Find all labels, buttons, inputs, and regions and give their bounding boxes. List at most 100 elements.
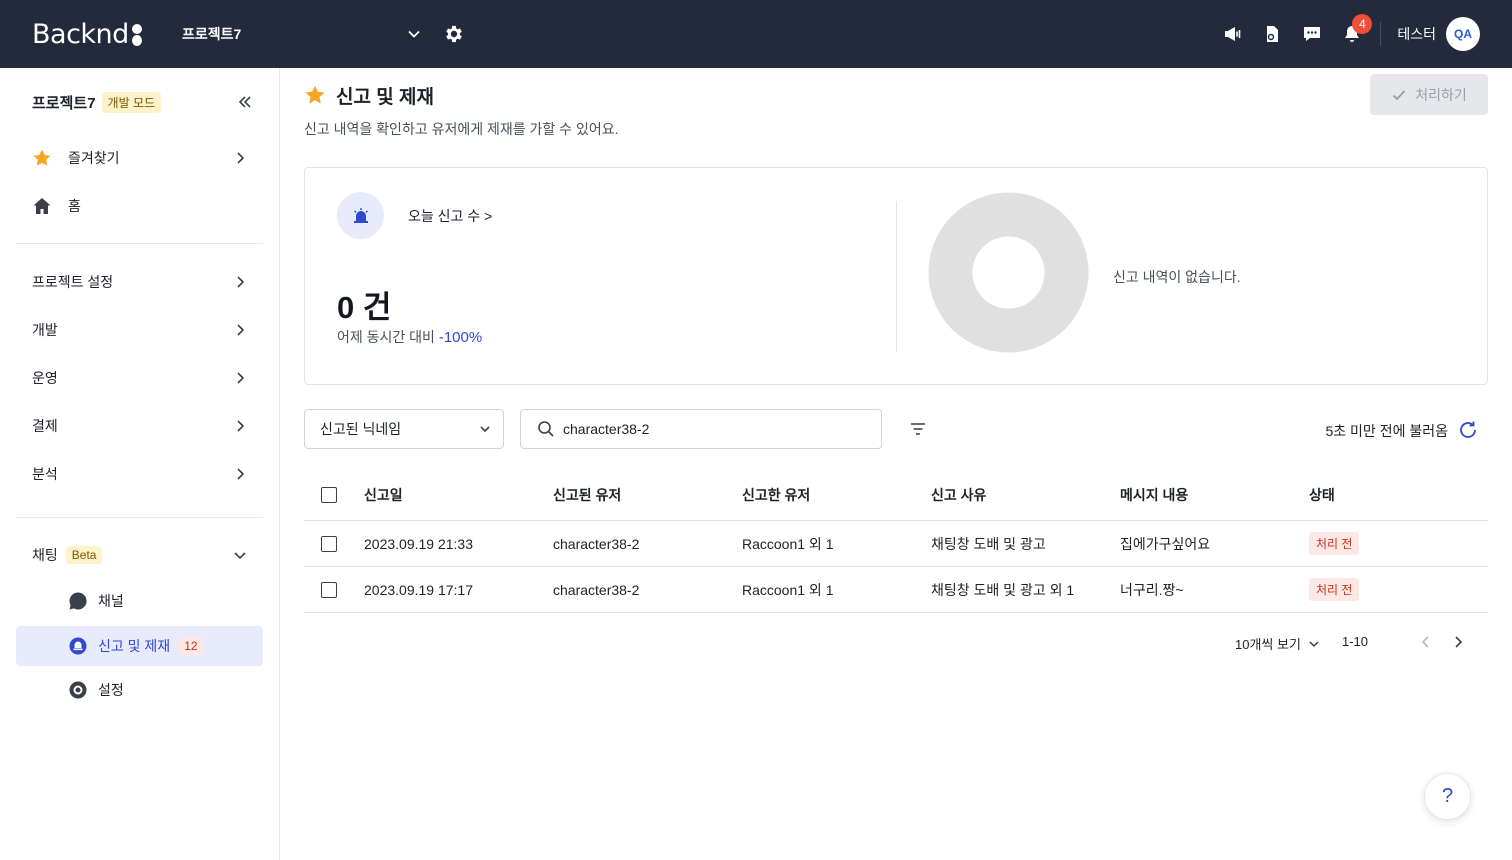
table-row[interactable]: 2023.09.19 17:17 character38-2 Raccoon1 … (304, 567, 1488, 613)
report-date: 2023.09.19 17:17 (364, 581, 473, 598)
siren-icon (353, 207, 368, 223)
logo-text: Backnd (32, 18, 129, 50)
sidebar-item-chat-settings[interactable]: 설정 (16, 670, 263, 710)
document-button[interactable] (1252, 16, 1292, 52)
sidebar-item-operations[interactable]: 운영 (16, 358, 263, 398)
page-size-select[interactable]: 10개씩 보기 (1235, 634, 1321, 653)
filter-button[interactable] (906, 417, 930, 441)
dropdown-value: 신고된 닉네임 (320, 421, 402, 437)
dev-mode-badge: 개발 모드 (101, 91, 162, 113)
sidebar-project-name: 프로젝트7 (32, 94, 96, 112)
sidebar-item-label: 개발 (32, 322, 58, 338)
report-reason: 채팅창 도배 및 광고 외 1 (931, 581, 1075, 598)
collapse-sidebar-icon[interactable] (235, 92, 255, 112)
search-box (520, 409, 882, 449)
avatar[interactable]: QA (1446, 17, 1480, 51)
megaphone-icon (1225, 27, 1241, 41)
sidebar-item-payment[interactable]: 결제 (16, 406, 263, 446)
sidebar-item-label: 프로젝트 설정 (32, 274, 114, 290)
chevron-right-icon (237, 420, 245, 432)
chevron-right-icon (237, 152, 245, 164)
notification-button[interactable]: 4 (1332, 14, 1373, 52)
sidebar-item-label: 결제 (32, 418, 58, 434)
sidebar-item-label: 분석 (32, 466, 58, 482)
today-reports-link[interactable]: 오늘 신고 수 > (408, 206, 492, 226)
prev-page-button[interactable] (1416, 632, 1436, 652)
chevron-down-icon (480, 426, 490, 433)
check-icon (1393, 89, 1406, 100)
favorite-star-icon[interactable] (304, 84, 326, 106)
report-reason: 채팅창 도배 및 광고 (931, 535, 1046, 552)
sidebar-item-label: 신고 및 제재 (98, 638, 171, 654)
search-input[interactable] (563, 421, 863, 437)
top-divider (1380, 22, 1382, 46)
sidebar-item-chat[interactable]: 채팅 Beta (16, 535, 263, 575)
empty-message: 신고 내역이 없습니다. (1113, 269, 1241, 285)
compare-value: -100% (438, 329, 483, 346)
row-select-cell (321, 567, 337, 612)
row-select-cell (321, 521, 337, 566)
column-header[interactable]: 상태 (1309, 470, 1335, 520)
user-name[interactable]: 테스터 (1397, 24, 1436, 44)
reporter-user: Raccoon1 외 1 (742, 535, 834, 552)
sidebar-item-project-settings[interactable]: 프로젝트 설정 (16, 262, 263, 302)
sidebar-item-analytics[interactable]: 분석 (16, 454, 263, 494)
sidebar-divider (16, 243, 263, 244)
table-header-row: 신고일 신고된 유저 신고한 유저 신고 사유 메시지 내용 상태 (304, 470, 1488, 521)
chevron-right-icon (237, 324, 245, 336)
page-title-row: 신고 및 제재 (304, 82, 434, 108)
search-icon (538, 421, 554, 437)
column-header[interactable]: 신고일 (364, 470, 403, 520)
select-all-cell (321, 470, 337, 520)
empty-donut-chart (928, 192, 1089, 353)
message-content: 너구리.짱~ (1120, 581, 1184, 598)
column-header[interactable]: 신고한 유저 (742, 470, 810, 520)
report-count: 0 건 (337, 290, 392, 325)
compare-label: 어제 동시간 대비 (337, 329, 435, 345)
sidebar: 프로젝트7 개발 모드 즐겨찾기 홈 프로젝트 설정 개발 운영 결제 분석 채… (0, 68, 280, 860)
status-cell: 처리 전 (1309, 521, 1360, 566)
sidebar-item-report-sanction[interactable]: 신고 및 제재 12 (16, 626, 263, 666)
select-all-checkbox[interactable] (321, 487, 337, 503)
sidebar-item-label: 채팅 (32, 547, 58, 563)
row-checkbox[interactable] (321, 535, 337, 552)
filter-icon (911, 423, 925, 435)
column-header[interactable]: 신고 사유 (931, 470, 986, 520)
sidebar-divider (16, 517, 263, 518)
chevron-right-icon (237, 276, 245, 288)
sidebar-item-home[interactable]: 홈 (16, 186, 263, 226)
chevron-down-icon (1309, 640, 1319, 647)
report-date: 2023.09.19 21:33 (364, 535, 473, 552)
chat-button[interactable] (1292, 16, 1332, 52)
chevron-left-icon (1421, 636, 1429, 648)
announcement-button[interactable] (1212, 16, 1252, 52)
process-button[interactable]: 처리하기 (1370, 74, 1488, 115)
sidebar-item-label: 채널 (98, 593, 124, 609)
notification-count-badge: 4 (1352, 14, 1373, 34)
search-field-dropdown[interactable]: 신고된 닉네임 (304, 409, 504, 449)
page-range: 1-10 (1342, 634, 1369, 649)
sidebar-item-label: 설정 (98, 682, 124, 698)
table-row[interactable]: 2023.09.19 21:33 character38-2 Raccoon1 … (304, 521, 1488, 567)
message-content: 집에가구싶어요 (1120, 535, 1211, 552)
refresh-icon[interactable] (1457, 419, 1479, 441)
compare-text: 어제 동시간 대비 -100% (337, 327, 482, 347)
sidebar-item-favorites[interactable]: 즐겨찾기 (16, 138, 263, 178)
document-icon (1267, 26, 1279, 42)
page-title: 신고 및 제재 (336, 86, 434, 108)
row-checkbox[interactable] (321, 581, 337, 598)
sidebar-item-channel[interactable]: 채널 (16, 581, 263, 621)
column-header[interactable]: 메시지 내용 (1120, 470, 1188, 520)
project-selector[interactable]: 프로젝트7 (182, 22, 422, 46)
alarm-icon-wrap (337, 192, 384, 239)
gear-icon[interactable] (443, 23, 465, 45)
next-page-button[interactable] (1448, 632, 1468, 652)
star-icon (32, 148, 52, 168)
chevron-right-icon (1455, 636, 1463, 648)
sidebar-item-label: 운영 (32, 370, 58, 386)
help-button[interactable]: ? (1424, 773, 1471, 820)
column-header[interactable]: 신고된 유저 (553, 470, 621, 520)
logo[interactable]: Backnd (32, 18, 143, 50)
chevron-right-icon (237, 468, 245, 480)
sidebar-item-development[interactable]: 개발 (16, 310, 263, 350)
